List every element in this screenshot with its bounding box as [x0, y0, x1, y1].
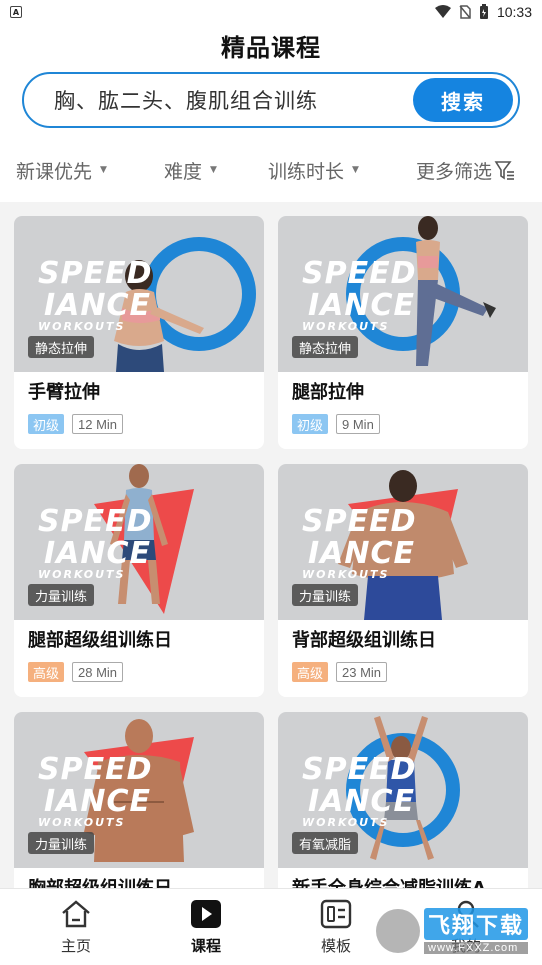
course-thumbnail: SPEED IANCE WORKOUTS 静态拉伸 [14, 216, 264, 372]
brand-watermark: IANCE [308, 784, 415, 819]
brand-watermark: WORKOUTS [38, 816, 126, 829]
filter-difficulty[interactable]: 难度 ▼ [164, 157, 217, 184]
filter-icon [494, 161, 515, 180]
duration-badge: 23 Min [336, 662, 388, 682]
wifi-icon [434, 5, 451, 18]
course-card[interactable]: SPEED IANCE WORKOUTS 力量训练 背部超级组训练日 高级 23… [278, 464, 528, 697]
category-tag: 静态拉伸 [292, 336, 359, 358]
nav-courses[interactable]: 课程 [166, 899, 246, 956]
filter-label: 训练时长 [268, 160, 345, 183]
course-list: SPEED IANCE WORKOUTS 静态拉伸 手臂拉伸 初级 12 Min… [0, 202, 542, 888]
category-tag: 力量训练 [28, 584, 95, 606]
site-watermark-url: www.FXXZ.com [424, 942, 529, 954]
course-card[interactable]: SPEED IANCE WORKOUTS 力量训练 腿部超级组训练日 高级 28… [14, 464, 264, 697]
course-card[interactable]: SPEED IANCE WORKOUTS 力量训练 胸部超级组训练日 [14, 712, 264, 888]
no-sim-icon [459, 5, 471, 19]
course-thumbnail: SPEED IANCE WORKOUTS 力量训练 [278, 464, 528, 620]
play-icon [191, 900, 221, 928]
home-icon [62, 900, 90, 928]
caret-down-icon: ▼ [210, 165, 217, 175]
nav-label: 主页 [60, 937, 91, 955]
level-badge: 高级 [28, 662, 65, 682]
duration-badge: 28 Min [72, 662, 124, 682]
filter-newest[interactable]: 新课优先 ▼ [16, 157, 107, 184]
course-title: 背部超级组训练日 [292, 630, 436, 651]
brand-watermark: SPEED [38, 504, 153, 539]
brand-watermark: IANCE [44, 288, 151, 323]
caret-down-icon: ▼ [100, 165, 107, 175]
nav-label: 模板 [320, 937, 351, 955]
caret-down-icon: ▼ [352, 165, 359, 175]
brand-watermark: SPEED [38, 256, 153, 291]
course-title: 腿部拉伸 [292, 382, 364, 403]
category-tag: 静态拉伸 [28, 336, 95, 358]
brand-watermark: IANCE [44, 536, 151, 571]
duration-badge: 9 Min [336, 414, 380, 434]
level-badge: 高级 [292, 662, 329, 682]
category-tag: 力量训练 [28, 832, 95, 854]
course-card[interactable]: SPEED IANCE WORKOUTS 静态拉伸 腿部拉伸 初级 9 Min [278, 216, 528, 449]
status-time: 10:33 [496, 4, 532, 20]
filter-bar: 新课优先 ▼ 难度 ▼ 训练时长 ▼ 更多筛选 [0, 150, 542, 190]
course-thumbnail: SPEED IANCE WORKOUTS 静态拉伸 [278, 216, 528, 372]
level-badge: 初级 [292, 414, 329, 434]
brand-watermark: WORKOUTS [302, 816, 390, 829]
brand-watermark: WORKOUTS [38, 320, 126, 333]
category-tag: 有氧减脂 [292, 832, 359, 854]
status-bar: A 10:33 [0, 0, 542, 24]
brand-watermark: SPEED [302, 752, 417, 787]
course-card[interactable]: SPEED IANCE WORKOUTS 有氧减脂 新手全身综合减脂训练A [278, 712, 528, 888]
course-thumbnail: SPEED IANCE WORKOUTS 力量训练 [14, 464, 264, 620]
filter-label: 更多筛选 [416, 160, 493, 183]
course-title: 新手全身综合减脂训练A [292, 874, 486, 888]
course-title: 胸部超级组训练日 [28, 874, 172, 888]
filter-more[interactable]: 更多筛选 [416, 157, 516, 184]
site-watermark: 飞翔下载 www.FXXZ.com [376, 906, 536, 956]
course-thumbnail: SPEED IANCE WORKOUTS 力量训练 [14, 712, 264, 868]
brand-watermark: IANCE [308, 288, 415, 323]
filter-duration[interactable]: 训练时长 ▼ [268, 157, 359, 184]
nav-label: 课程 [190, 937, 221, 955]
brand-watermark: WORKOUTS [302, 320, 390, 333]
level-badge: 初级 [28, 414, 65, 434]
course-thumbnail: SPEED IANCE WORKOUTS 有氧减脂 [278, 712, 528, 868]
duration-badge: 12 Min [72, 414, 124, 434]
nav-templates[interactable]: 模板 [296, 899, 376, 956]
site-logo-icon [376, 909, 420, 953]
category-tag: 力量训练 [292, 584, 359, 606]
brand-watermark: IANCE [44, 784, 151, 819]
brand-watermark: WORKOUTS [302, 568, 390, 581]
course-title: 手臂拉伸 [28, 382, 100, 403]
page-title: 精品课程 [221, 34, 321, 62]
template-icon [320, 899, 352, 929]
search-button[interactable]: 搜索 [413, 78, 513, 122]
notification-icon: A [10, 6, 22, 18]
brand-watermark: IANCE [308, 536, 415, 571]
filter-label: 难度 [164, 160, 203, 183]
course-title: 腿部超级组训练日 [28, 630, 172, 651]
brand-watermark: WORKOUTS [38, 568, 126, 581]
site-watermark-name: 飞翔下载 [424, 908, 529, 940]
brand-watermark: SPEED [302, 504, 417, 539]
battery-icon [479, 4, 488, 19]
filter-label: 新课优先 [16, 160, 93, 183]
brand-watermark: SPEED [302, 256, 417, 291]
brand-watermark: SPEED [38, 752, 153, 787]
search-bar[interactable]: 胸、肱二头、腹肌组合训练 搜索 [22, 72, 520, 128]
course-card[interactable]: SPEED IANCE WORKOUTS 静态拉伸 手臂拉伸 初级 12 Min [14, 216, 264, 449]
nav-home[interactable]: 主页 [36, 899, 116, 956]
